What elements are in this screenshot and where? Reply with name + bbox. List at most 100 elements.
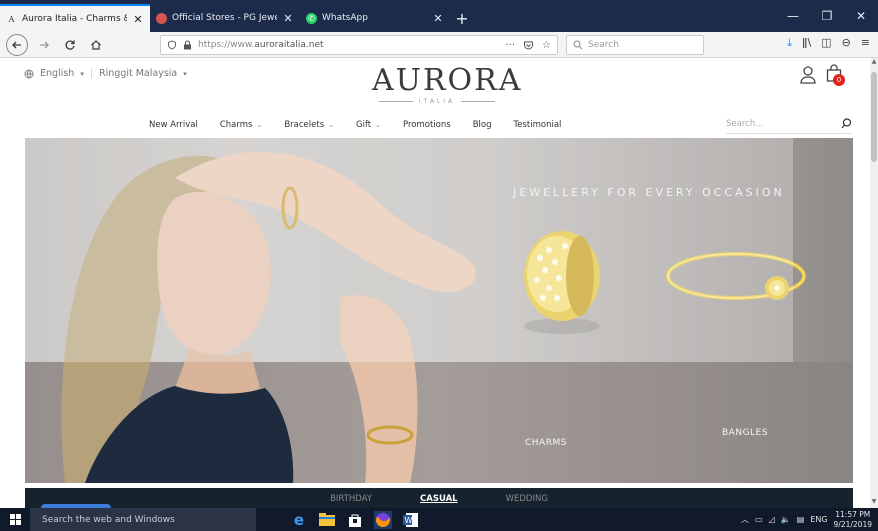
scrollbar-thumb[interactable]	[871, 72, 877, 162]
url-text[interactable]: https://www.auroraitalia.net	[198, 40, 499, 50]
cart-button[interactable]: 0	[826, 64, 845, 86]
locale-selector: English ▾ | Ringgit Malaysia ▾	[24, 68, 187, 79]
toolbar-icons: ⤓ ǁ\ ◫ ⊖ ≡	[787, 36, 870, 50]
taskbar-search-text: Search the web and Windows	[42, 514, 175, 525]
scroll-up-icon[interactable]: ▲	[870, 58, 878, 68]
browser-toolbar: https://www.auroraitalia.net ··· ☆ Searc…	[0, 32, 878, 58]
menu-item-new-arrival[interactable]: New Arrival	[138, 120, 209, 130]
divider: |	[89, 68, 94, 79]
tab-close-icon[interactable]: ✕	[132, 13, 144, 26]
tab-close-icon[interactable]: ✕	[432, 12, 444, 25]
aurora-favicon-icon: A	[8, 14, 15, 24]
library-icon[interactable]: ǁ\	[802, 36, 811, 50]
new-tab-button[interactable]: +	[450, 4, 474, 32]
download-icon[interactable]: ⤓	[787, 36, 792, 50]
start-button[interactable]	[0, 508, 30, 531]
tab-title: Aurora Italia - Charms & Brace	[22, 14, 127, 24]
url-domain: auroraitalia.net	[254, 40, 324, 50]
tab-wedding[interactable]: WEDDING	[506, 494, 548, 504]
chevron-down-icon: ▾	[80, 69, 84, 78]
tab-close-icon[interactable]: ✕	[282, 12, 294, 25]
page-actions: ··· ☆	[505, 40, 551, 51]
currency-select[interactable]: Ringgit Malaysia	[99, 68, 177, 79]
logo-rule	[378, 101, 413, 102]
reload-icon	[65, 40, 75, 50]
lock-icon[interactable]	[183, 40, 192, 50]
forward-button[interactable]	[34, 35, 54, 55]
logo-wordmark: AURORA	[372, 63, 523, 98]
menu-item-bracelets[interactable]: Bracelets ⌄	[273, 120, 345, 130]
tab-casual[interactable]: CASUAL	[420, 494, 458, 504]
sidebar-icon[interactable]: ◫	[821, 36, 831, 50]
chevron-down-icon: ⌄	[375, 121, 381, 129]
word-icon[interactable]: W	[402, 511, 420, 529]
tab-birthday[interactable]: BIRTHDAY	[330, 494, 372, 504]
tab-title: WhatsApp	[322, 13, 368, 23]
menu-item-blog[interactable]: Blog	[462, 120, 503, 130]
page-scrollbar[interactable]: ▲ ▼	[870, 58, 878, 508]
menu-item-label: Blog	[472, 120, 492, 130]
action-center-icon[interactable]: ▤	[797, 515, 805, 524]
menu-item-label: New Arrival	[149, 120, 198, 130]
pinned-apps: e W	[290, 510, 420, 529]
chevron-down-icon: ⌄	[256, 121, 263, 129]
chevron-down-icon: ⌄	[328, 121, 334, 129]
language-select[interactable]: English	[40, 68, 74, 79]
chevron-down-icon: ▾	[183, 69, 187, 78]
site-logo[interactable]: AURORA ITALIA	[372, 63, 523, 106]
site-search-input[interactable]: Search...	[726, 114, 852, 134]
store-icon[interactable]	[346, 511, 364, 529]
hamburger-menu-icon[interactable]: ≡	[861, 36, 870, 50]
menu-item-label: Bracelets	[284, 120, 325, 130]
scroll-down-icon[interactable]: ▼	[870, 498, 878, 508]
account-area: 0	[800, 64, 845, 86]
browser-search-placeholder: Search	[588, 40, 619, 50]
maximize-button[interactable]: ❐	[810, 0, 844, 32]
window-controls: — ❐ ✕	[776, 0, 878, 32]
tab-pg-jewel[interactable]: Official Stores - PG Jewel | New ✕	[150, 4, 300, 32]
menu-item-testimonial[interactable]: Testimonial	[502, 120, 572, 130]
close-window-button[interactable]: ✕	[844, 0, 878, 32]
pocket-icon[interactable]	[523, 40, 534, 51]
network-icon[interactable]: ◿	[769, 515, 775, 524]
back-button[interactable]	[6, 33, 28, 56]
chevron-up-icon[interactable]: ︿	[741, 514, 749, 525]
volume-icon[interactable]: 🔈	[781, 515, 791, 524]
user-icon[interactable]	[800, 66, 816, 84]
battery-icon[interactable]: ▭	[755, 515, 763, 524]
logo-subtitle: ITALIA	[418, 98, 456, 105]
address-bar[interactable]: https://www.auroraitalia.net ··· ☆	[160, 35, 558, 55]
menu-item-gift[interactable]: Gift ⌄	[345, 120, 392, 130]
file-explorer-icon[interactable]	[318, 511, 336, 529]
url-scheme: https://www.	[198, 40, 255, 50]
tab-aurora-italia[interactable]: A Aurora Italia - Charms & Brace ✕	[0, 4, 150, 32]
windows-taskbar: Search the web and Windows e W ︿ ▭ ◿ 🔈 ▤…	[0, 508, 878, 531]
account-icon[interactable]: ⊖	[842, 36, 851, 50]
shield-icon[interactable]	[167, 40, 177, 50]
site-search-placeholder: Search...	[726, 118, 764, 129]
menu-item-label: Promotions	[403, 120, 451, 130]
home-button[interactable]	[86, 35, 106, 55]
edge-icon[interactable]: e	[290, 511, 308, 529]
firefox-icon[interactable]	[374, 510, 392, 529]
bookmark-star-icon[interactable]: ☆	[542, 40, 551, 51]
menu-item-charms[interactable]: Charms ⌄	[209, 120, 273, 130]
web-page: English ▾ | Ringgit Malaysia ▾ AURORA IT…	[0, 58, 870, 508]
minimize-button[interactable]: —	[776, 0, 810, 32]
search-icon	[573, 40, 583, 50]
clock[interactable]: 11:57 PM 9/21/2019	[834, 510, 872, 530]
svg-text:W: W	[405, 516, 413, 525]
bangles-link[interactable]: BANGLES	[722, 428, 768, 438]
hero-banner[interactable]: JEWELLERY FOR EVERY OCCASION CHARMS BANG…	[25, 138, 853, 483]
forward-arrow-icon	[40, 41, 49, 48]
taskbar-search[interactable]: Search the web and Windows	[30, 508, 256, 531]
language-indicator[interactable]: ENG	[810, 515, 827, 524]
tab-whatsapp[interactable]: ✆ WhatsApp ✕	[300, 4, 450, 32]
search-icon[interactable]	[841, 118, 852, 129]
charms-link[interactable]: CHARMS	[525, 438, 567, 448]
page-actions-menu-icon[interactable]: ···	[505, 40, 515, 51]
menu-item-label: Charms	[219, 120, 253, 130]
reload-button[interactable]	[60, 35, 80, 55]
browser-search-box[interactable]: Search	[566, 35, 704, 55]
menu-item-promotions[interactable]: Promotions	[392, 120, 462, 130]
